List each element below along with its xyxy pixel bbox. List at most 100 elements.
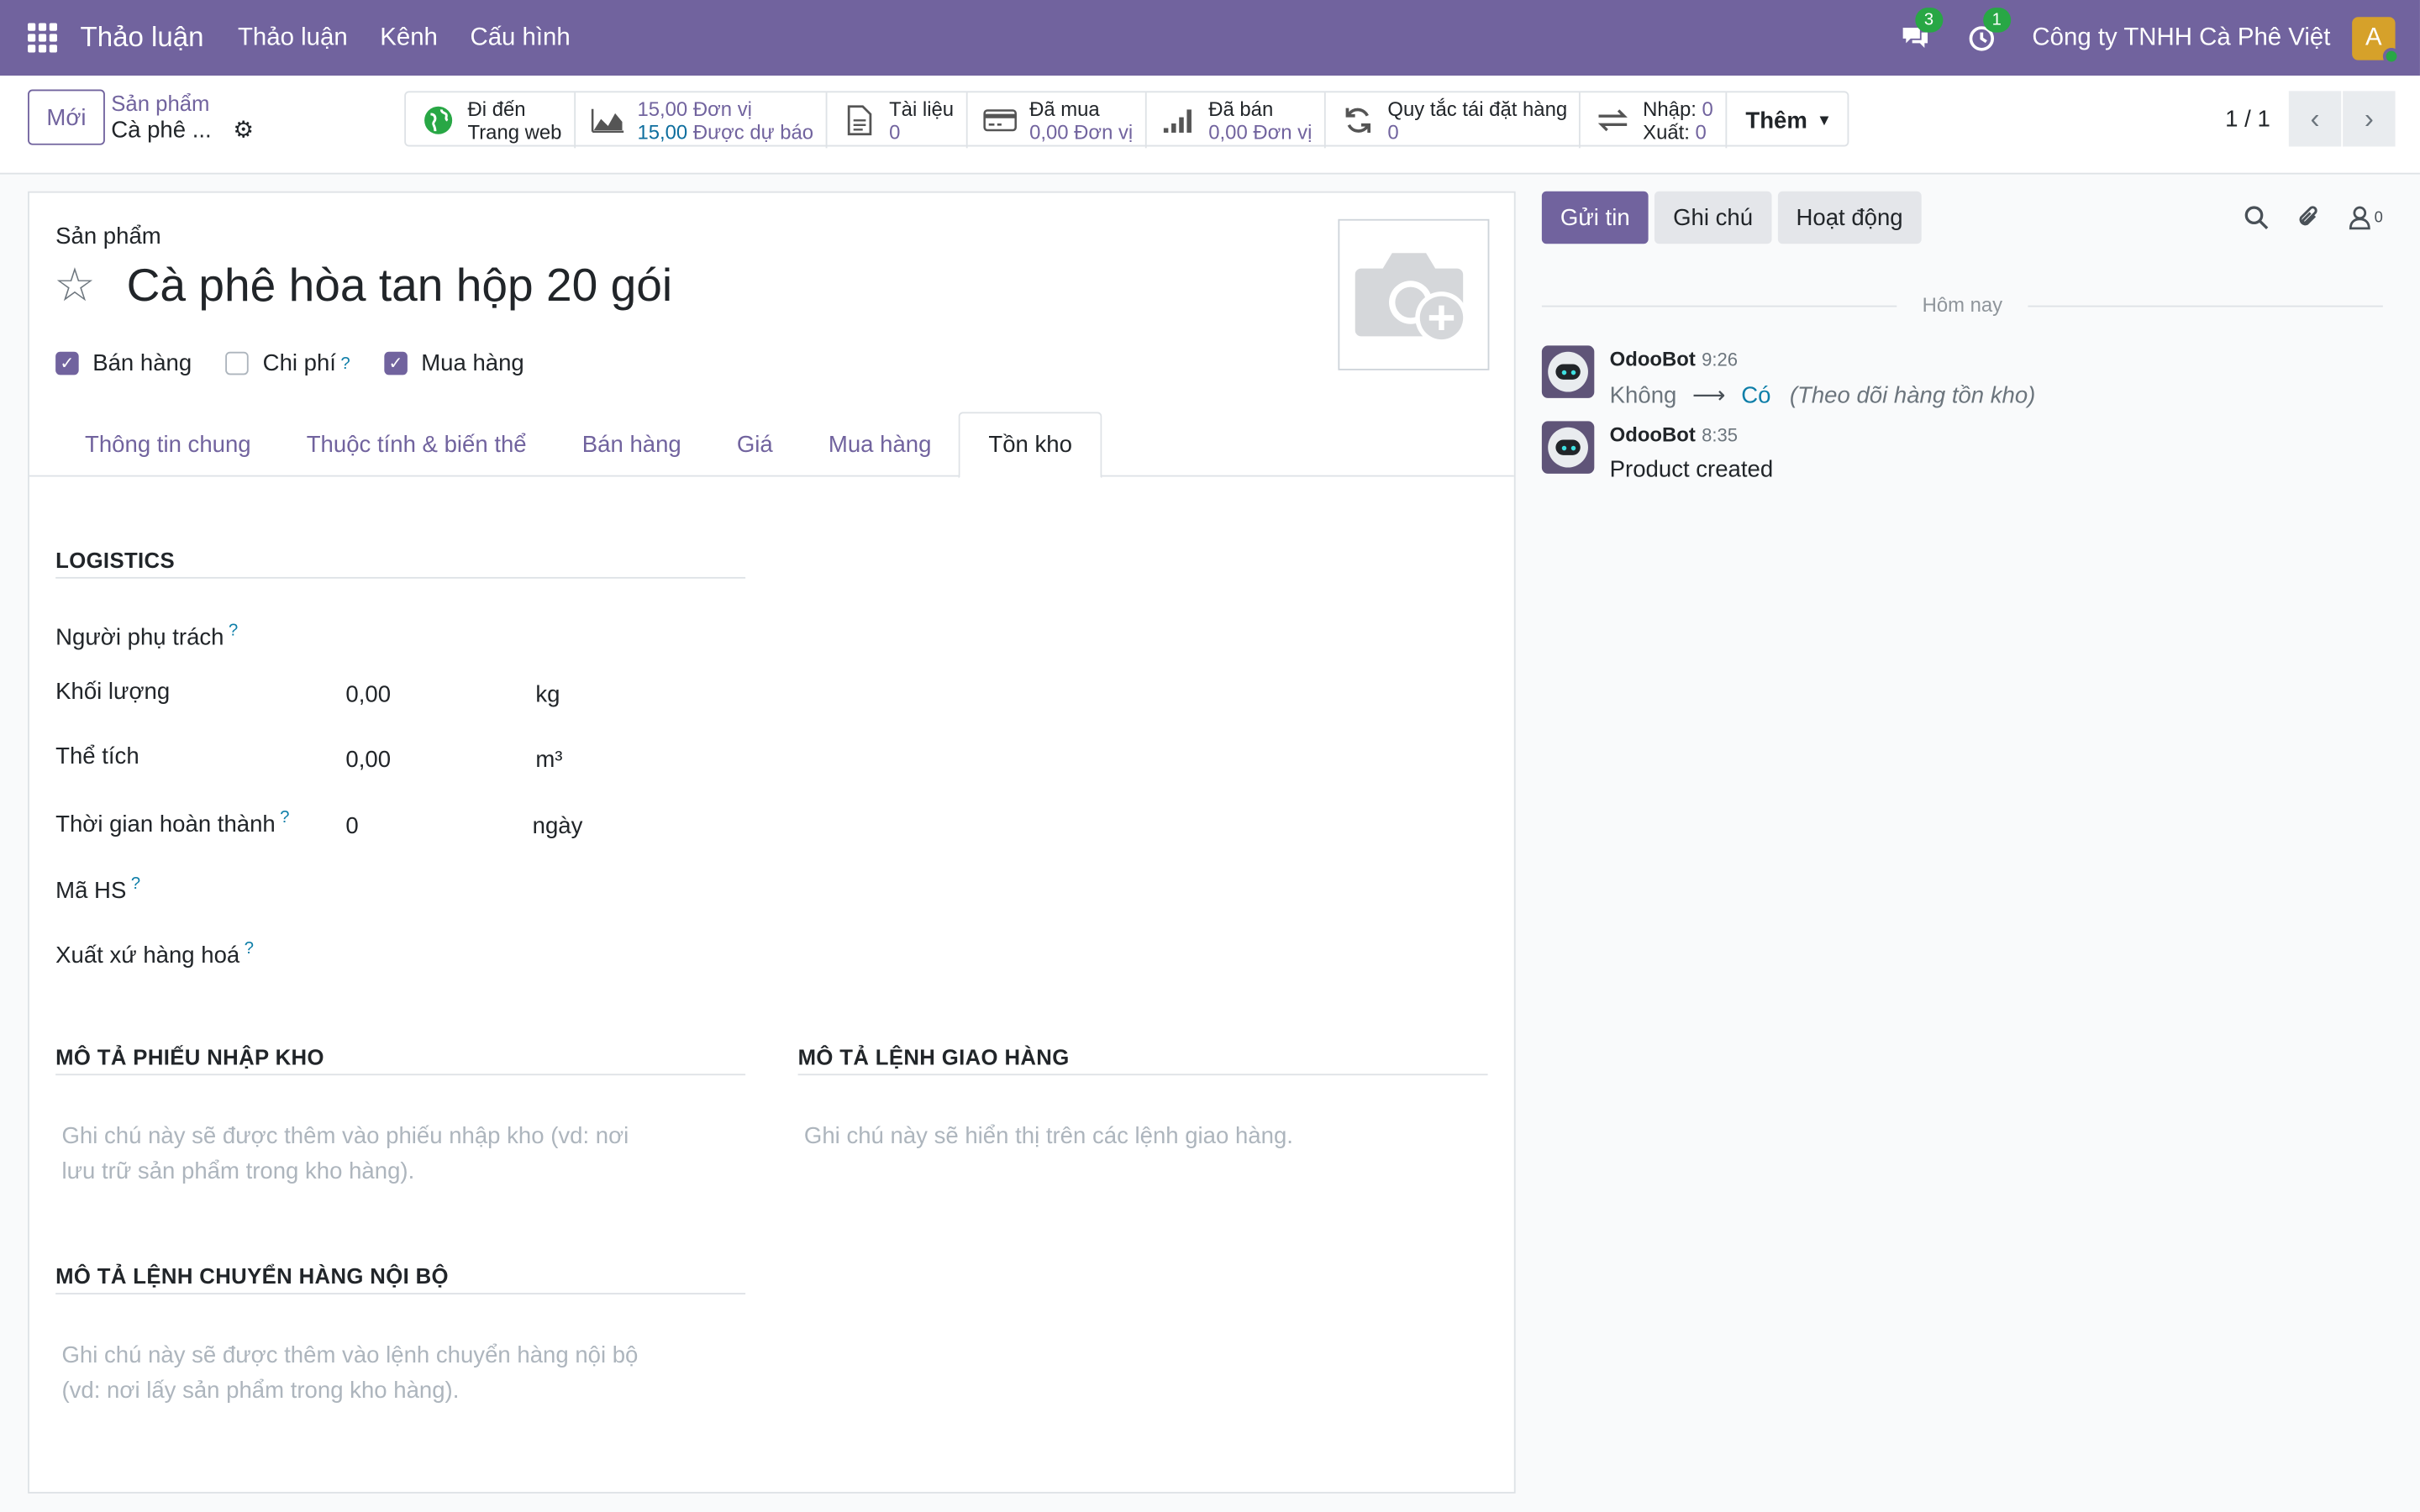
exchange-icon [1597, 107, 1630, 134]
forecast-value: 15,00 [637, 120, 688, 144]
chatter-message: OdooBot 8:35 Product created [1541, 421, 1774, 483]
area-chart-icon [591, 107, 624, 134]
can-be-sold-checkbox[interactable]: ✓ Bán hàng [55, 350, 192, 376]
tab-attributes-variants[interactable]: Thuộc tính & biến thể [279, 412, 555, 476]
help-tooltip-icon[interactable]: ? [245, 940, 254, 958]
send-message-button[interactable]: Gửi tin [1541, 191, 1649, 244]
volume-input[interactable]: 0,00 [345, 747, 391, 773]
favorite-star-icon[interactable]: ☆ [54, 260, 95, 313]
online-status-dot [2382, 47, 2401, 65]
more-label: Thêm [1745, 107, 1807, 134]
menu-discuss[interactable]: Thảo luận [238, 24, 348, 51]
pager-next-button[interactable]: › [2343, 91, 2396, 147]
chatter: Gửi tin Ghi chú Hoạt động 0 Hôm nay Odoo… [1541, 191, 2383, 483]
section-divider [55, 1074, 746, 1076]
app-name[interactable]: Thảo luận [81, 22, 204, 55]
signal-icon [1162, 107, 1196, 134]
tab-inventory[interactable]: Tồn kho [959, 412, 1102, 479]
help-tooltip-icon[interactable]: ? [131, 874, 140, 893]
log-note-button[interactable]: Ghi chú [1655, 191, 1772, 244]
delivery-description-field[interactable]: Ghi chú này sẽ hiển thị trên các lệnh gi… [804, 1119, 1293, 1154]
messages-systray[interactable]: 3 [1899, 7, 1944, 51]
can-be-expensed-label: Chi phí [262, 349, 336, 377]
form-sheet: Sản phẩm ☆ Cà phê hòa tan hộp 20 gói ✓ B… [28, 191, 1516, 1494]
app-menu-icon[interactable] [28, 22, 59, 54]
out-label: Xuất: [1643, 120, 1690, 144]
help-tooltip-icon[interactable]: ? [229, 622, 238, 640]
delivery-description-title: MÔ TẢ LỆNH GIAO HÀNG [797, 1044, 1070, 1069]
weight-unit: kg [535, 681, 560, 709]
lead-time-unit: ngày [532, 812, 583, 840]
tab-general-information[interactable]: Thông tin chung [57, 412, 279, 476]
message-author[interactable]: OdooBot [1610, 347, 1696, 370]
breadcrumb: Sản phẩm Cà phê ... ⚙ [111, 90, 254, 145]
tab-pricing[interactable]: Giá [709, 412, 801, 476]
purchased-smart-button[interactable]: Đã mua 0,00 Đơn vị [968, 92, 1147, 149]
product-image-upload[interactable] [1338, 218, 1490, 370]
documents-count: 0 [889, 120, 901, 144]
website-line2: Trang web [467, 120, 562, 144]
activity-button[interactable]: Hoạt động [1777, 191, 1922, 244]
internal-transfer-description-title: MÔ TẢ LỆNH CHUYỂN HÀNG NỘI BỘ [55, 1263, 449, 1289]
reorder-label: Quy tắc tái đặt hàng [1387, 97, 1568, 121]
forecast-unit: Được dự báo [692, 120, 814, 144]
user-icon [2349, 206, 2371, 230]
paperclip-icon[interactable] [2297, 203, 2322, 231]
receipt-description-title: MÔ TẢ PHIẾU NHẬP KHO [55, 1044, 324, 1069]
user-avatar[interactable]: A [2352, 16, 2401, 65]
in-out-smart-button[interactable]: Nhập: 0 Xuất: 0 [1581, 92, 1728, 149]
form-tabs: Thông tin chung Thuộc tính & biến thể Bá… [29, 412, 1514, 479]
company-switcher[interactable]: Công ty TNHH Cà Phê Việt [2032, 24, 2330, 51]
section-divider [55, 576, 746, 579]
receipt-description-field[interactable]: Ghi chú này sẽ được thêm vào phiếu nhập … [61, 1119, 629, 1189]
forecast-smart-button[interactable]: 15,00 Đơn vị 15,00 Được dự báo [576, 92, 828, 149]
website-smart-button[interactable]: Đi đến Trang web [406, 92, 576, 149]
tracking-field-name: (Theo dõi hàng tồn kho) [1789, 382, 2036, 409]
checkbox-checked-icon: ✓ [55, 351, 79, 375]
onhand-unit: Đơn vị [692, 97, 752, 121]
documents-label: Tài liệu [889, 97, 955, 121]
more-dropdown-button[interactable]: Thêm ▼ [1727, 92, 1847, 148]
file-icon [843, 105, 876, 136]
breadcrumb-parent[interactable]: Sản phẩm [111, 90, 254, 118]
onhand-value: 15,00 [637, 97, 688, 121]
tab-purchase[interactable]: Mua hàng [801, 412, 960, 476]
reorder-rules-smart-button[interactable]: Quy tắc tái đặt hàng 0 [1326, 92, 1581, 149]
top-navbar: Thảo luận Thảo luận Kênh Cấu hình 3 1 Cô… [0, 0, 2420, 76]
sold-value: 0,00 Đơn vị [1208, 120, 1313, 144]
weight-input[interactable]: 0,00 [345, 682, 391, 708]
can-be-purchased-checkbox[interactable]: ✓ Mua hàng [384, 350, 524, 376]
followers-count: 0 [2374, 208, 2383, 227]
sold-smart-button[interactable]: Đã bán 0,00 Đơn vị [1147, 92, 1326, 149]
pager-value[interactable]: 1 / 1 [2225, 106, 2270, 132]
menu-configuration[interactable]: Cấu hình [470, 24, 570, 51]
camera-plus-icon [1355, 253, 1468, 344]
message-time: 8:35 [1702, 424, 1739, 446]
help-tooltip-icon[interactable]: ? [280, 808, 289, 827]
search-icon[interactable] [2244, 205, 2270, 230]
gear-icon[interactable]: ⚙ [233, 118, 254, 145]
can-be-expensed-checkbox[interactable]: Chi phí ? [225, 349, 350, 377]
menu-channels[interactable]: Kênh [380, 24, 438, 51]
help-tooltip-icon[interactable]: ? [340, 354, 350, 373]
message-body: Product created [1609, 456, 1774, 483]
odoobot-avatar [1541, 421, 1595, 474]
message-author[interactable]: OdooBot [1610, 423, 1696, 446]
product-name-field[interactable]: Cà phê hòa tan hộp 20 gói [127, 260, 673, 312]
origin-field-label: Xuất xứ hàng hoá? [55, 939, 254, 969]
internal-transfer-description-field[interactable]: Ghi chú này sẽ được thêm vào lệnh chuyển… [61, 1337, 638, 1408]
hs-code-field-label: Mã HS? [55, 874, 141, 905]
out-value: 0 [1695, 120, 1707, 144]
new-button[interactable]: Mới [28, 89, 105, 145]
activities-systray[interactable]: 1 [1967, 7, 2011, 51]
can-be-purchased-label: Mua hàng [421, 349, 524, 377]
documents-smart-button[interactable]: Tài liệu 0 [828, 92, 968, 149]
pager-previous-button[interactable]: ‹ [2288, 91, 2342, 147]
in-label: Nhập: [1643, 97, 1697, 121]
messages-count-badge: 3 [1914, 7, 1944, 32]
followers-button[interactable]: 0 [2349, 205, 2383, 230]
sold-label: Đã bán [1208, 97, 1274, 121]
in-value: 0 [1702, 97, 1713, 121]
tab-sales[interactable]: Bán hàng [555, 412, 709, 476]
lead-time-input[interactable]: 0 [345, 813, 358, 839]
